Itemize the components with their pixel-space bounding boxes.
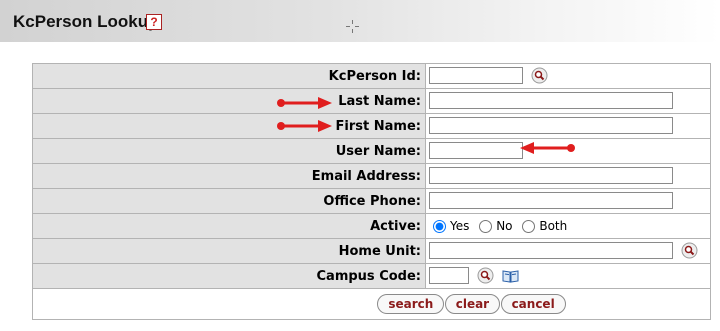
row-first-name: First Name: — [32, 113, 711, 139]
arrow-annotation — [520, 142, 575, 154]
row-buttons: search clear cancel — [32, 288, 711, 320]
active-no-radio[interactable] — [479, 219, 493, 233]
active-yes-radio[interactable] — [433, 219, 446, 233]
office-phone-input[interactable] — [429, 192, 673, 210]
field-label: First Name: — [32, 113, 426, 139]
arrow-annotation — [277, 97, 332, 109]
radio-label: Yes — [450, 219, 470, 234]
last-name-input[interactable] — [429, 92, 673, 110]
direct-inquiry-book-icon[interactable] — [502, 269, 519, 283]
row-user-name: User Name: — [32, 138, 711, 164]
campus-code-input[interactable] — [429, 267, 469, 285]
radio-label: Both — [539, 219, 568, 234]
search-lookup-icon[interactable] — [681, 242, 698, 259]
search-button[interactable]: search — [377, 294, 445, 314]
clear-button[interactable]: clear — [444, 294, 501, 314]
active-both-radio[interactable] — [522, 219, 536, 233]
home-unit-input[interactable] — [429, 242, 673, 260]
search-lookup-icon[interactable] — [531, 67, 548, 84]
search-lookup-icon[interactable] — [477, 267, 494, 284]
move-cursor-icon — [346, 20, 359, 33]
field-label: Campus Code: — [32, 263, 426, 289]
field-label: Office Phone: — [32, 188, 426, 214]
row-active: Active: Yes No Both — [32, 213, 711, 239]
arrow-annotation — [277, 120, 332, 132]
field-label: User Name: — [32, 138, 426, 164]
email-address-input[interactable] — [429, 167, 673, 185]
row-home-unit: Home Unit: — [32, 238, 711, 264]
row-kcperson-id: KcPerson Id: — [32, 63, 711, 89]
kcperson-id-input[interactable] — [429, 67, 523, 85]
field-label: KcPerson Id: — [32, 63, 426, 89]
first-name-input[interactable] — [429, 117, 673, 135]
help-icon[interactable]: ? — [146, 14, 162, 30]
radio-label: No — [496, 219, 513, 234]
lookup-criteria-table: KcPerson Id: Last Name: First Name: User… — [32, 63, 711, 320]
field-label: Email Address: — [32, 163, 426, 189]
row-campus-code: Campus Code: — [32, 263, 711, 289]
user-name-input[interactable] — [429, 142, 523, 160]
cancel-button[interactable]: cancel — [500, 294, 566, 314]
row-email-address: Email Address: — [32, 163, 711, 189]
field-label: Home Unit: — [32, 238, 426, 264]
field-label: Active: — [32, 213, 426, 239]
row-office-phone: Office Phone: — [32, 188, 711, 214]
field-label: Last Name: — [32, 88, 426, 114]
row-last-name: Last Name: — [32, 88, 711, 114]
page-title: KcPerson Lookup — [13, 12, 159, 31]
page-header: KcPerson Lookup ? — [0, 0, 720, 42]
